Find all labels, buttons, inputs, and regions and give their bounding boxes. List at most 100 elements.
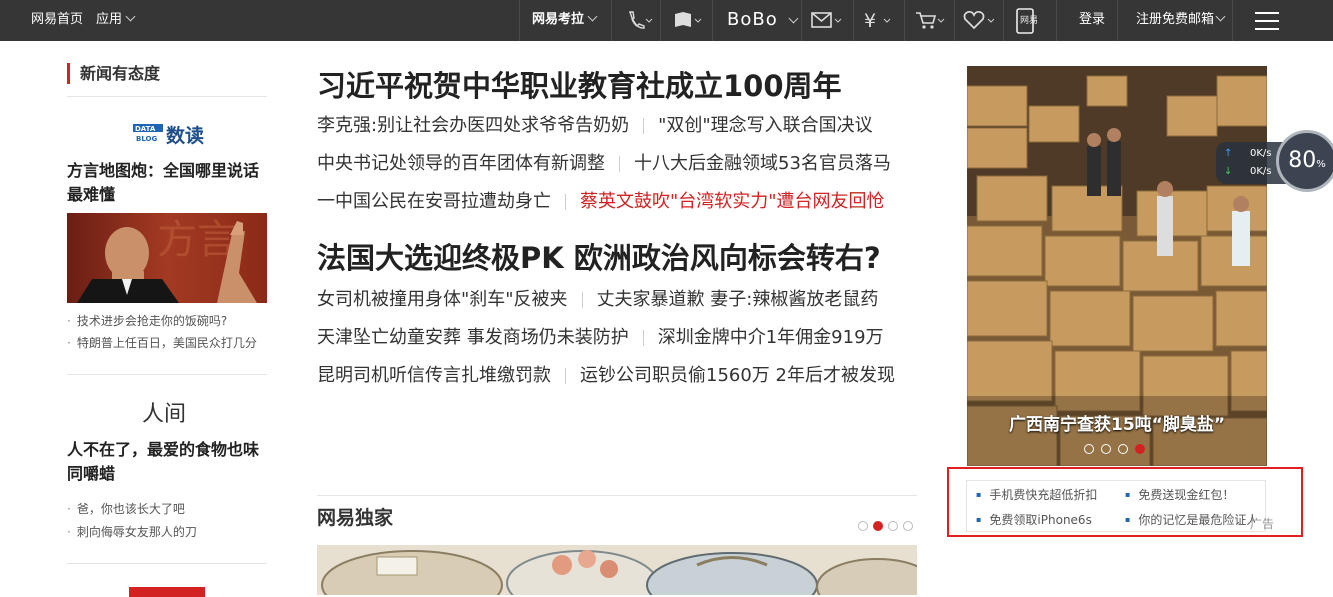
news-link[interactable]: 昆明司机听信传言扎堆缴罚款 — [317, 365, 551, 386]
carousel-indicator — [853, 516, 913, 535]
menu-icon[interactable] — [1255, 12, 1279, 30]
carousel-dot-active[interactable] — [873, 521, 883, 531]
story-title-link[interactable]: 方言地图炮：全国哪里说话最难懂 — [67, 159, 267, 207]
nav-home-link[interactable]: 网易首页 — [31, 0, 83, 41]
upload-arrow-icon: ↑ — [1224, 148, 1233, 159]
divider — [619, 156, 620, 172]
mobile-app-label: 网易 — [1020, 16, 1039, 26]
divider — [801, 0, 802, 41]
nav-bobo-menu[interactable]: BoBo — [727, 0, 799, 41]
divider — [317, 495, 917, 496]
news-row: 女司机被撞用身体"刹车"反被夹 丈夫家暴道歉 妻子:辣椒酱放老鼠药 — [317, 287, 878, 313]
nav-apps-menu[interactable]: 应用 — [96, 0, 136, 41]
story-sub-link[interactable]: 特朗普上任百日，美国民众打几分 — [67, 334, 257, 351]
news-row: 中央书记处领导的百年团体有新调整 十八大后金融领域53名官员落马 — [317, 151, 891, 177]
yuan-icon[interactable]: ¥ — [864, 10, 894, 32]
exclusive-section-title[interactable]: 网易独家 — [317, 503, 393, 530]
upload-speed: 0K/s — [1250, 148, 1272, 159]
carousel-dot[interactable] — [888, 521, 898, 531]
chevron-down-icon — [1215, 11, 1226, 22]
divider — [712, 0, 713, 41]
shudu-logo[interactable]: DATA BLOG 数读 — [133, 121, 204, 149]
story-sub-link[interactable]: 爸，你也该长大了吧 — [67, 500, 185, 517]
ad-link[interactable]: 你的记忆是最危险证人 — [1125, 511, 1255, 528]
news-link[interactable]: 女司机被撞用身体"刹车"反被夹 — [317, 289, 568, 310]
story-sub-link[interactable]: 刺向侮辱女友那人的刀 — [67, 523, 197, 540]
divider — [611, 0, 612, 41]
story-sub-link[interactable]: 技术进步会抢走你的饭碗吗? — [67, 312, 227, 329]
divider — [67, 374, 267, 375]
news-link[interactable]: 十八大后金融领域53名官员落马 — [634, 153, 891, 174]
book-icon[interactable] — [673, 10, 703, 30]
nav-kaola-menu[interactable]: 网易考拉 — [532, 0, 598, 41]
news-row: 李克强:别让社会办医四处求爷爷告奶奶 "双创"理念写入联合国决议 — [317, 113, 873, 139]
memory-usage-gauge: 80% — [1276, 130, 1333, 192]
nav-kaola-label: 网易考拉 — [532, 12, 585, 27]
news-link[interactable]: 中央书记处领导的百年团体有新调整 — [317, 153, 605, 174]
divider — [565, 194, 566, 210]
svg-text:DATA: DATA — [135, 125, 156, 133]
divider — [1232, 0, 1233, 41]
network-speed-widget[interactable]: ↑ 0K/s ↓ 0K/s 80% — [1216, 130, 1333, 192]
mail-icon[interactable] — [811, 10, 843, 30]
news-link[interactable]: 一中国公民在安哥拉遭劫身亡 — [317, 191, 551, 212]
divider — [67, 96, 267, 97]
divider — [1117, 0, 1118, 41]
news-row: 天津坠亡幼童安葬 事发商场仍未装防护 深圳金牌中介1年佣金919万 — [317, 325, 884, 351]
news-link[interactable]: "双创"理念写入联合国决议 — [658, 115, 873, 136]
news-link[interactable]: 丈夫家暴道歉 妻子:辣椒酱放老鼠药 — [597, 289, 879, 310]
exclusive-image[interactable] — [317, 545, 917, 595]
headline-link[interactable]: 法国大选迎终极PK 欧洲政治风向标会转右? — [317, 235, 881, 277]
divider — [643, 118, 645, 134]
divider — [1003, 0, 1004, 41]
phone-handset-icon[interactable] — [627, 10, 653, 30]
renjian-logo[interactable]: 人间 — [142, 396, 186, 428]
section-title: 新闻有态度 — [67, 63, 267, 84]
register-mail-menu[interactable]: 注册免费邮箱 — [1136, 0, 1226, 41]
svg-text:¥: ¥ — [864, 10, 876, 30]
focus-photo[interactable]: 广西南宁查获15吨“脚臭盐” — [967, 66, 1267, 466]
top-navigation-bar: 网易首页 应用 网易考拉 BoBo ¥ 网易 登录 注册免费邮箱 — [0, 0, 1333, 41]
story-image[interactable]: 方言 — [67, 213, 267, 303]
chevron-down-icon — [587, 11, 598, 22]
news-link[interactable]: 李克强:别让社会办医四处求爷爷告奶奶 — [317, 115, 629, 136]
ad-link[interactable]: 手机费快充超低折扣 — [976, 486, 1097, 503]
divider — [1056, 0, 1057, 41]
divider — [660, 0, 661, 41]
register-mail-label: 注册免费邮箱 — [1136, 12, 1215, 27]
story-title-link[interactable]: 人不在了，最爱的食物也味同嚼蜡 — [67, 438, 267, 486]
headline-link[interactable]: 习近平祝贺中华职业教育社成立100周年 — [317, 63, 842, 105]
news-link-highlighted[interactable]: 蔡英文鼓吹"台湾软实力"遭台网友回怆 — [580, 191, 885, 212]
carousel-indicator — [1084, 439, 1152, 458]
shopping-cart-icon[interactable] — [915, 10, 947, 30]
divider — [67, 563, 267, 564]
carousel-dot[interactable] — [1101, 444, 1111, 454]
news-link[interactable]: 运钞公司职员偷1560万 2年后才被发现 — [580, 365, 895, 386]
chevron-down-icon — [788, 13, 799, 24]
carousel-dot[interactable] — [1118, 444, 1128, 454]
news-link[interactable]: 深圳金牌中介1年佣金919万 — [658, 327, 884, 348]
nav-apps-label: 应用 — [96, 12, 123, 27]
carousel-dot-active[interactable] — [1135, 444, 1145, 454]
divider — [642, 330, 644, 346]
photo-caption[interactable]: 广西南宁查获15吨“脚臭盐” — [967, 410, 1267, 435]
shudu-title: 数读 — [166, 125, 205, 147]
divider — [519, 0, 520, 41]
nav-bobo-label: BoBo — [727, 9, 778, 30]
ad-link[interactable]: 免费送现金红包！ — [1125, 486, 1234, 503]
carousel-dot[interactable] — [1084, 444, 1094, 454]
memory-usage-value: 80 — [1288, 148, 1317, 173]
section-logo-partial — [129, 587, 205, 597]
svg-text:BLOG: BLOG — [136, 135, 157, 143]
news-link[interactable]: 天津坠亡幼童安葬 事发商场仍未装防护 — [317, 327, 629, 348]
divider — [954, 0, 955, 41]
memory-usage-unit: % — [1316, 159, 1326, 170]
login-link[interactable]: 登录 — [1079, 0, 1105, 41]
divider — [904, 0, 905, 41]
heart-icon[interactable] — [963, 10, 997, 30]
divider — [565, 368, 566, 384]
ad-link[interactable]: 免费领取iPhone6s — [976, 511, 1091, 528]
chevron-down-icon — [125, 11, 136, 22]
carousel-dot[interactable] — [903, 521, 913, 531]
carousel-dot[interactable] — [858, 521, 868, 531]
